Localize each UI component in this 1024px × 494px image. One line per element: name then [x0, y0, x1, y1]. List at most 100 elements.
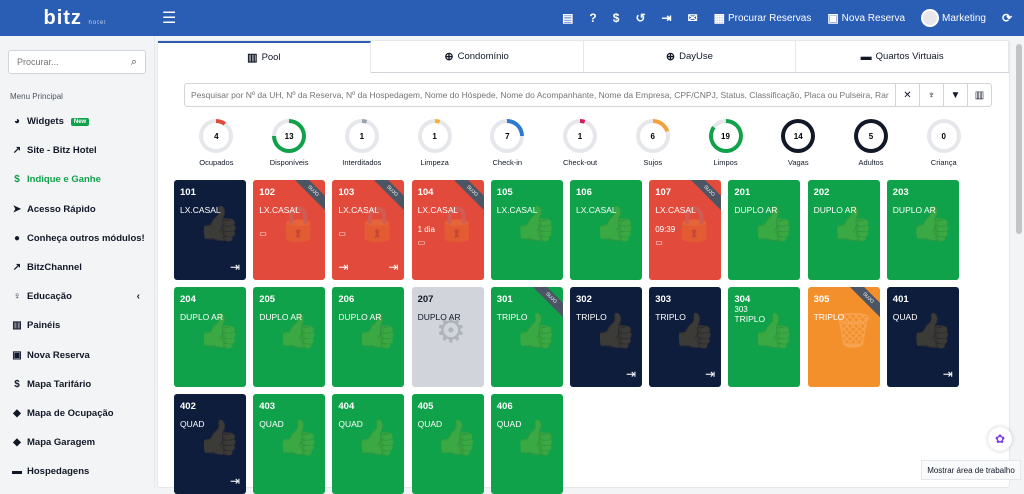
broom-icon[interactable]: ♆ — [919, 84, 943, 106]
avatar — [921, 9, 940, 27]
room-card[interactable]: 🔒 107 LX.CASAL 09:39 ▭ SUJO — [649, 180, 722, 280]
procurar-reservas-button[interactable]: ▦ Procurar Reservas — [714, 11, 812, 25]
stat-item[interactable]: 4 Ocupados — [180, 119, 253, 167]
room-card[interactable]: 👍 105 LX.CASAL — [490, 180, 563, 280]
sidebar-item-mapa-garagem[interactable]: ◆ Mapa Garagem — [0, 428, 154, 457]
login-icon[interactable]: ⇥ — [662, 11, 672, 25]
room-card[interactable]: 👍 205 DUPLO AR — [253, 287, 326, 387]
sidebar-search[interactable]: ⌕ — [8, 50, 146, 74]
logout-icon[interactable]: ⇥ — [230, 260, 240, 274]
sidebar-item-acesso-rapido[interactable]: ➤ Acesso Rápido — [0, 195, 154, 224]
filter-icon[interactable]: ▼ — [943, 84, 967, 106]
sidebar-item-modulos[interactable]: ● Conheça outros módulos! — [0, 224, 154, 253]
stat-ring: 0 — [926, 119, 961, 153]
room-type: LX.CASAL — [180, 205, 221, 215]
room-card[interactable]: 👍 301 TRIPLO SUJO — [490, 287, 563, 387]
scrollbar-thumb[interactable] — [1016, 44, 1022, 234]
sidebar-item-indique[interactable]: $ Indique e Ganhe — [0, 165, 154, 194]
login-icon[interactable]: ⇥ — [338, 260, 348, 274]
stat-item[interactable]: 0 Criança — [907, 119, 980, 167]
logout-icon[interactable]: ⇥ — [626, 367, 636, 381]
stat-item[interactable]: 19 Limpos — [689, 119, 762, 167]
tab-dayuse[interactable]: ⊕ DayUse — [584, 41, 797, 72]
stat-ring: 4 — [199, 119, 234, 153]
sidebar-item-hospedagens[interactable]: ▬ Hospedagens — [0, 457, 154, 486]
room-card[interactable]: 👍 202 DUPLO AR — [807, 180, 880, 280]
room-type: TRIPLO — [734, 314, 766, 324]
history-icon[interactable]: ↺ — [635, 11, 645, 25]
sidebar-search-input[interactable] — [17, 57, 131, 67]
stat-label: Limpos — [713, 158, 738, 167]
sidebar-item-nova-reserva[interactable]: ▣ Nova Reserva — [0, 341, 154, 370]
help-icon[interactable]: ? — [589, 11, 596, 25]
user-menu[interactable]: Marketing — [921, 9, 986, 27]
page-scrollbar[interactable] — [1014, 36, 1024, 488]
room-number: 401 — [892, 294, 909, 305]
sidebar-item-mapa-ocupacao[interactable]: ◆ Mapa de Ocupação — [0, 399, 154, 428]
top-navbar: bitz hotel ☰ ▤ ? $ ↺ ⇥ ✉ ▦ Procurar Rese… — [0, 0, 1024, 36]
room-card[interactable]: 👍 302 TRIPLO ⇥ — [570, 287, 642, 387]
sidebar-item-bitzchannel[interactable]: ↗ BitzChannel — [0, 253, 154, 282]
room-card[interactable]: ⚙ 207 DUPLO AR — [411, 287, 484, 387]
refresh-icon[interactable]: ⟳ — [1002, 11, 1012, 25]
room-card[interactable]: 👍 206 DUPLO AR — [332, 287, 405, 387]
stat-ring: 1 — [563, 119, 598, 153]
sidebar-item-widgets[interactable]: ◕ Widgets New — [0, 107, 154, 136]
room-search-input[interactable] — [185, 90, 895, 100]
room-card[interactable]: 🔒 103 LX.CASAL ▭ SUJO ⇥ ⇥ — [332, 180, 405, 280]
stat-item[interactable]: 1 Interditados — [325, 119, 398, 167]
tab-pool[interactable]: ▥ Pool — [158, 41, 371, 73]
card-icon[interactable]: ▤ — [562, 11, 573, 25]
room-card[interactable]: 👍 403 QUAD — [253, 394, 326, 494]
sidebar-item-paineis[interactable]: ▥ Painéis — [0, 311, 154, 340]
room-card[interactable]: 👍 406 QUAD — [490, 394, 563, 494]
assistant-icon[interactable]: ✿ — [988, 427, 1012, 451]
sidebar-item-educacao[interactable]: ♀ Educação ‹ — [0, 282, 154, 311]
room-card[interactable]: 👍 404 QUAD — [332, 394, 405, 494]
room-type: LX.CASAL — [655, 205, 696, 215]
mail-icon[interactable]: ✉ — [688, 11, 698, 25]
room-card[interactable]: 👍 201 DUPLO AR — [728, 180, 801, 280]
room-actions: ⇥ — [655, 367, 715, 381]
room-card[interactable]: 👍 204 DUPLO AR — [174, 287, 246, 387]
tab-condominio[interactable]: ⊕ Condomínio — [371, 41, 584, 72]
stat-item[interactable]: 13 Disponíveis — [253, 119, 326, 167]
sidebar-item-mapa-tarifario[interactable]: $ Mapa Tarifário — [0, 370, 154, 399]
logout-icon[interactable]: ⇥ — [230, 474, 240, 488]
bitz-logo[interactable]: bitz hotel — [0, 7, 150, 30]
stat-item[interactable]: 6 Sujos — [616, 119, 689, 167]
logout-icon[interactable]: ⇥ — [388, 260, 398, 274]
dollar-icon[interactable]: $ — [613, 11, 620, 25]
stat-item[interactable]: 7 Check-in — [471, 119, 544, 167]
stat-value: 6 — [639, 123, 666, 149]
nova-reserva-button[interactable]: ▣ Nova Reserva — [827, 11, 905, 25]
room-card[interactable]: 🗑 305 TRIPLO SUJO — [807, 287, 880, 387]
trash-icon[interactable]: ▥ — [967, 84, 991, 106]
room-card[interactable]: 👍 402 QUAD ⇥ — [174, 394, 246, 494]
room-card[interactable]: 👍 303 TRIPLO ⇥ — [649, 287, 722, 387]
room-card[interactable]: 🔒 104 LX.CASAL 1 dia ▭ SUJO — [411, 180, 484, 280]
stat-item[interactable]: 14 Vagas — [762, 119, 835, 167]
sidebar-item-site[interactable]: ↗ Site - Bitz Hotel — [0, 136, 154, 165]
tab-quartos-virtuais[interactable]: ▬ Quartos Virtuais — [796, 41, 1009, 72]
hamburger-menu-icon[interactable]: ☰ — [162, 8, 176, 28]
stat-item[interactable]: 1 Limpeza — [398, 119, 471, 167]
stat-item[interactable]: 5 Adultos — [835, 119, 908, 167]
clear-icon[interactable]: ✕ — [895, 84, 919, 106]
room-card[interactable]: 🔒 102 LX.CASAL ▭ SUJO — [253, 180, 326, 280]
room-card[interactable]: 👍 106 LX.CASAL — [570, 180, 642, 280]
logout-icon[interactable]: ⇥ — [943, 367, 953, 381]
room-type: QUAD — [417, 419, 443, 429]
stat-item[interactable]: 1 Check-out — [544, 119, 617, 167]
room-card[interactable]: 👍 203 DUPLO AR — [886, 180, 959, 280]
stat-value: 19 — [712, 123, 739, 149]
logout-icon[interactable]: ⇥ — [705, 367, 715, 381]
room-type: DUPLO AR — [813, 205, 857, 215]
room-card[interactable]: 👍 304 303 TRIPLO — [728, 287, 801, 387]
room-card[interactable]: 👍 101 LX.CASAL ⇥ — [174, 180, 246, 280]
search-icon[interactable]: ⌕ — [131, 56, 137, 69]
room-card[interactable]: 👍 401 QUAD ⇥ — [886, 287, 959, 387]
stat-value: 14 — [785, 123, 812, 149]
room-guests: 303 — [734, 305, 748, 314]
room-card[interactable]: 👍 405 QUAD — [411, 394, 484, 494]
